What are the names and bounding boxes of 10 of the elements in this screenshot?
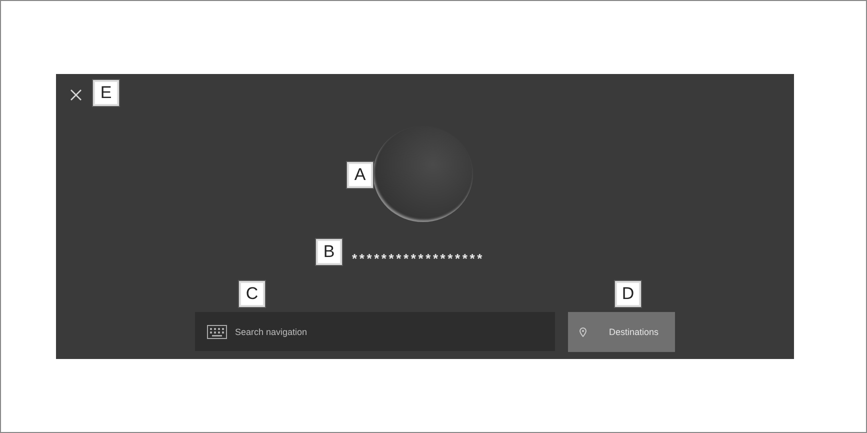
close-icon[interactable] (70, 89, 82, 101)
pin-icon (579, 327, 587, 337)
callout-label: B (316, 239, 342, 265)
callout-label: A (347, 162, 373, 188)
destinations-button[interactable]: Destinations (568, 312, 675, 352)
masked-text: ****************** (352, 251, 484, 268)
search-field[interactable]: Search navigation (195, 312, 555, 351)
callout-label: C (239, 281, 265, 307)
callout-label: E (93, 80, 119, 106)
callout-label: D (615, 281, 641, 307)
